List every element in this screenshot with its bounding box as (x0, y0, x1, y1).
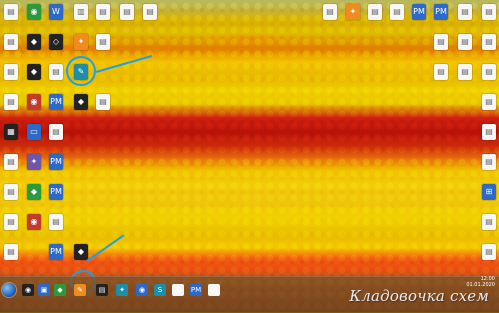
document-icon[interactable]: ▤ (482, 244, 496, 260)
document-icon[interactable]: ▤ (4, 184, 18, 200)
taskbar-paint-icon[interactable]: ✎ (74, 284, 86, 296)
taskbar-app-icon[interactable]: ◉ (22, 284, 34, 296)
document-icon[interactable]: ▤ (96, 4, 110, 20)
document-icon[interactable]: ▤ (482, 94, 496, 110)
app-icon[interactable]: ◉ (27, 94, 41, 110)
taskbar-app-icon[interactable]: ◉ (136, 284, 148, 296)
watermark-text: Кладовочка схем (349, 287, 489, 305)
taskbar-app-icon[interactable]: ▣ (38, 284, 50, 296)
google-chrome-icon[interactable]: ◉ (27, 4, 41, 20)
skype-icon[interactable]: S (154, 284, 166, 296)
document-icon[interactable]: ▤ (4, 34, 18, 50)
app-icon[interactable]: ◇ (49, 34, 63, 50)
document-icon[interactable]: ▤ (458, 34, 472, 50)
document-icon[interactable]: ▤ (482, 64, 496, 80)
document-icon[interactable]: ▤ (390, 4, 404, 20)
document-icon[interactable]: ▤ (482, 124, 496, 140)
pm-app-icon[interactable]: PM (49, 94, 63, 110)
app-icon[interactable]: ◆ (27, 184, 41, 200)
app-icon[interactable]: ✦ (74, 34, 88, 50)
document-icon[interactable]: ▤ (482, 4, 496, 20)
document-icon[interactable]: ▤ (434, 64, 448, 80)
app-icon[interactable]: ✦ (346, 4, 360, 20)
pm-app-icon[interactable]: PM (412, 4, 426, 20)
document-icon[interactable]: ▤ (4, 94, 18, 110)
document-icon[interactable]: ▤ (4, 154, 18, 170)
document-icon[interactable]: ▤ (120, 4, 134, 20)
document-icon[interactable]: ▤ (96, 34, 110, 50)
document-icon[interactable]: ▤ (49, 64, 63, 80)
document-icon[interactable]: ▤ (368, 4, 382, 20)
pm-app-icon[interactable]: PM (190, 284, 202, 296)
document-icon[interactable]: ▤ (49, 124, 63, 140)
app-icon[interactable]: ▦ (4, 124, 18, 140)
taskbar-app-icon[interactable]: ◆ (54, 284, 66, 296)
document-icon[interactable]: ▤ (434, 34, 448, 50)
pm-app-icon[interactable]: PM (49, 244, 63, 260)
pm-app-icon[interactable]: PM (49, 154, 63, 170)
document-icon[interactable]: ▤ (458, 64, 472, 80)
icon-highlight-circle (66, 56, 96, 86)
document-icon[interactable]: ▤ (49, 214, 63, 230)
start-button[interactable] (2, 283, 16, 297)
document-icon[interactable]: ▤ (482, 154, 496, 170)
document-icon[interactable]: ▤ (323, 4, 337, 20)
taskbar-app-icon[interactable]: ▤ (96, 284, 108, 296)
taskbar-document-icon[interactable]: ▤ (172, 284, 184, 296)
app-icon[interactable]: ◆ (27, 64, 41, 80)
document-icon[interactable]: ▤ (482, 34, 496, 50)
document-icon[interactable]: ▤ (4, 64, 18, 80)
app-icon[interactable]: ◆ (27, 34, 41, 50)
word-icon[interactable]: W (49, 4, 63, 20)
pm-app-icon[interactable]: PM (49, 184, 63, 200)
document-icon[interactable]: ▤ (143, 4, 157, 20)
app-icon[interactable]: ◆ (74, 244, 88, 260)
taskbar-app-icon[interactable]: ✦ (116, 284, 128, 296)
document-icon[interactable]: ▤ (96, 94, 110, 110)
document-icon[interactable]: ▤ (4, 214, 18, 230)
file-icon[interactable]: ▥ (74, 4, 88, 20)
pm-app-icon[interactable]: PM (434, 4, 448, 20)
document-icon[interactable]: ▤ (458, 4, 472, 20)
document-icon[interactable]: ▤ (4, 4, 18, 20)
save-icon[interactable]: ▭ (27, 124, 41, 140)
document-icon[interactable]: ▤ (482, 214, 496, 230)
app-icon[interactable]: ✦ (27, 154, 41, 170)
taskbar-document-icon[interactable]: ▤ (208, 284, 220, 296)
windows-icon[interactable]: ⊞ (482, 184, 496, 200)
document-icon[interactable]: ▤ (4, 244, 18, 260)
app-icon[interactable]: ◆ (74, 94, 88, 110)
app-icon[interactable]: ◉ (27, 214, 41, 230)
